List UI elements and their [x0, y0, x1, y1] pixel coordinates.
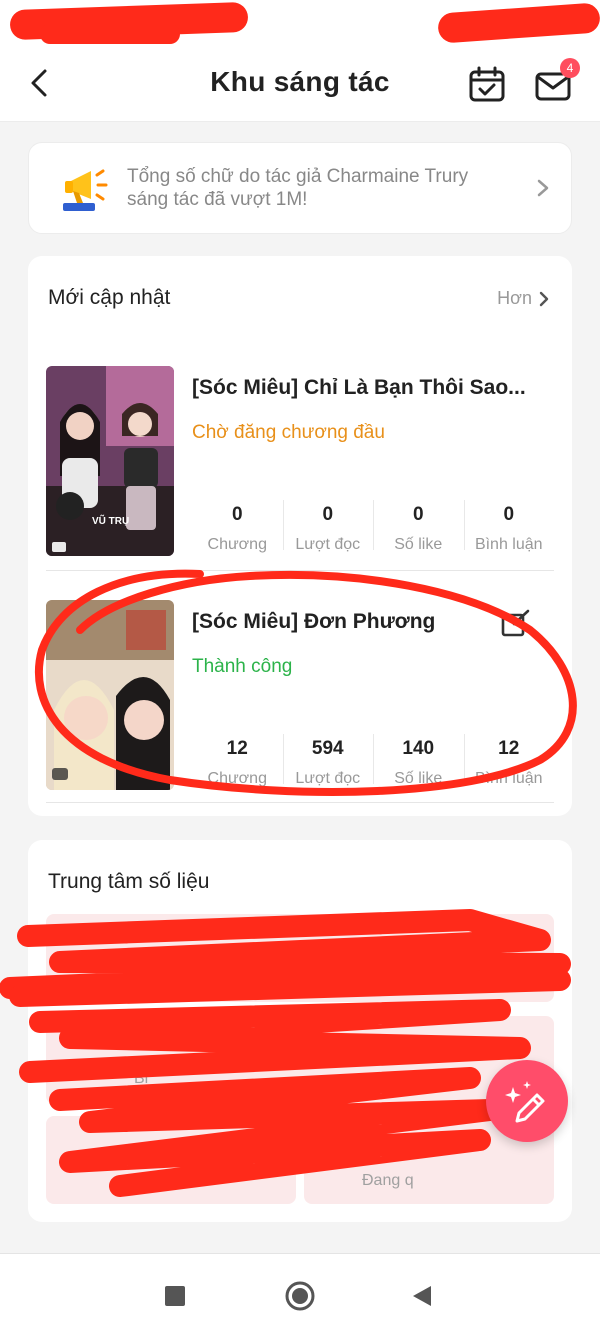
stat-value: 0 — [503, 504, 515, 525]
stat-label: Lượt đọc — [295, 536, 361, 553]
section-title: Mới cập nhật — [48, 286, 171, 309]
recents-button[interactable] — [155, 1276, 195, 1316]
milestone-notice[interactable]: Tổng số chữ do tác giả Charmaine Trury s… — [28, 142, 572, 234]
cover-caption: VŨ TRỤ — [92, 516, 130, 527]
stat-comments: 0 Bình luận — [463, 500, 555, 560]
section-title: Trung tâm số liệu — [48, 870, 210, 893]
stat-label: Bình luận — [474, 536, 543, 553]
stat-likes: 0 Số like — [373, 500, 464, 560]
stat-chapters: 0 Chương — [192, 500, 283, 560]
chevron-right-icon — [537, 179, 549, 197]
page-title: Khu sáng tác — [210, 66, 390, 97]
redaction-scribble — [437, 2, 600, 44]
home-button[interactable] — [280, 1276, 320, 1316]
stat-label: Số like — [394, 536, 443, 553]
annotation-circle — [34, 569, 577, 796]
book-title: [Sóc Miêu] Chỉ Là Bạn Thôi Sao... — [192, 376, 526, 399]
mail-badge: 4 — [560, 58, 580, 78]
more-label: Hơn — [497, 288, 532, 308]
book-stats: 0 Chương 0 Lượt đọc 0 Số like 0 Bình luận — [192, 500, 554, 560]
stat-value: 0 — [412, 504, 424, 525]
stat-reads: 0 Lượt đọc — [282, 500, 374, 560]
megaphone-icon — [57, 161, 117, 217]
book-item[interactable]: VŨ TRỤ [Sóc Miêu] Chỉ Là Bạn Thôi Sao...… — [46, 366, 554, 560]
more-link[interactable]: Hơn — [497, 288, 550, 309]
book-cover: VŨ TRỤ — [46, 366, 174, 556]
redaction-scribble — [0, 909, 571, 1197]
back-nav-button[interactable] — [402, 1276, 442, 1316]
home-circle-icon — [285, 1281, 315, 1311]
stat-value: 0 — [231, 504, 243, 525]
stat-label: Chương — [207, 536, 267, 553]
write-fab[interactable] — [486, 1060, 568, 1142]
book-status: Chờ đăng chương đầu — [192, 422, 385, 443]
triangle-back-icon — [413, 1286, 431, 1306]
status-bar — [0, 0, 600, 44]
chevron-right-icon — [539, 291, 549, 306]
stat-value: 0 — [322, 504, 334, 525]
square-icon — [165, 1286, 185, 1306]
redaction-scribble — [40, 24, 180, 44]
pencil-sparkle-icon — [505, 1081, 545, 1123]
calendar-button[interactable] — [466, 64, 508, 106]
app-header: Khu sáng tác — [0, 44, 600, 122]
calendar-check-icon — [469, 66, 505, 102]
system-navbar — [0, 1253, 600, 1333]
notice-text: Tổng số chữ do tác giả Charmaine Trury s… — [127, 166, 469, 210]
